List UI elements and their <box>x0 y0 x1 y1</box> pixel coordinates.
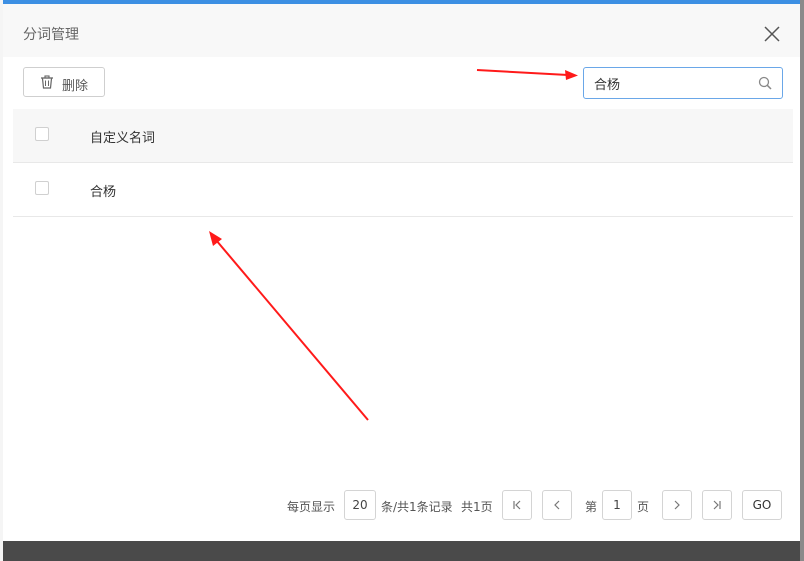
last-page-icon <box>713 500 721 510</box>
first-page-icon <box>513 500 521 510</box>
dialog-title: 分词管理 <box>23 27 79 43</box>
page-prefix: 第 <box>585 500 598 514</box>
first-page-button[interactable] <box>502 490 532 520</box>
delete-button-label: 删除 <box>62 79 89 94</box>
terms-table: 自定义名词 合杨 <box>13 109 793 217</box>
search-box <box>583 67 783 99</box>
go-button[interactable]: GO <box>742 490 782 520</box>
per-page-label: 每页显示 <box>287 500 336 514</box>
table-row[interactable]: 合杨 <box>13 163 793 217</box>
page-number-input[interactable] <box>602 490 632 520</box>
pages-summary: 共1页 <box>461 500 493 514</box>
chevron-left-icon <box>554 500 560 510</box>
select-all-checkbox[interactable] <box>35 127 49 141</box>
records-summary: 条/共1条记录 <box>381 500 453 514</box>
table-header: 自定义名词 <box>13 109 793 163</box>
delete-button[interactable]: 删除 <box>23 67 105 97</box>
search-input[interactable] <box>594 74 744 92</box>
term-cell: 合杨 <box>90 185 117 200</box>
close-icon[interactable] <box>762 24 782 44</box>
background-overlay <box>800 0 804 561</box>
dialog-header: 分词管理 <box>3 4 800 57</box>
chevron-right-icon <box>674 500 680 510</box>
search-icon[interactable] <box>758 76 772 90</box>
prev-page-button[interactable] <box>542 490 572 520</box>
row-checkbox[interactable] <box>35 181 49 195</box>
background-footer <box>3 541 800 561</box>
toolbar: 删除 <box>3 57 800 109</box>
page-suffix: 页 <box>637 500 650 514</box>
last-page-button[interactable] <box>702 490 732 520</box>
per-page-input[interactable] <box>344 490 376 520</box>
word-segmentation-dialog: 分词管理 删除 合杨 自定义名词 合杨 每页显示 20 条/共1条记录 共1页 … <box>3 0 800 561</box>
column-header-term: 自定义名词 <box>90 131 156 146</box>
pagination: 每页显示 条/共1条记录 共1页 第 页 <box>3 490 800 522</box>
next-page-button[interactable] <box>662 490 692 520</box>
trash-icon <box>40 75 54 89</box>
